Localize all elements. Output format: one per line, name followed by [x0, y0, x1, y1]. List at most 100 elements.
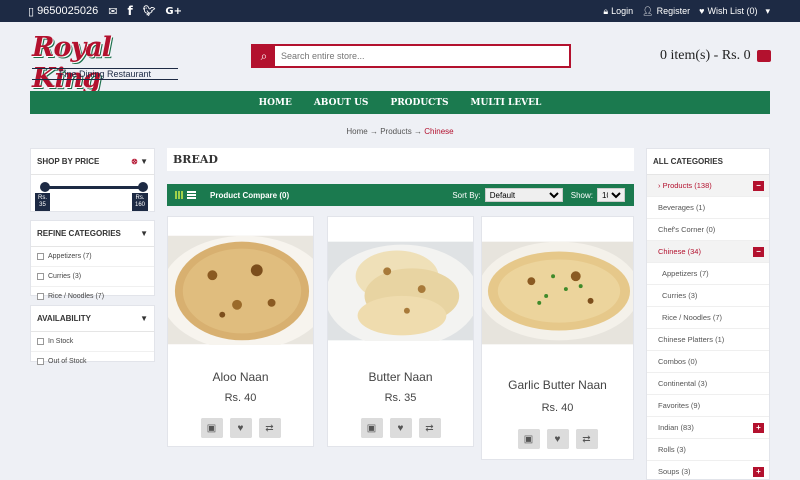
product-image[interactable] [168, 235, 313, 345]
refine-option[interactable]: Curries (3) [31, 267, 154, 287]
availability-option[interactable]: Out of Stock [31, 352, 154, 371]
compare-button[interactable]: ⇄ [258, 418, 281, 438]
category-item-soups[interactable]: Soups (3) + [647, 461, 769, 479]
wishlist-link[interactable]: ♥ Wish List (0) ▾ [699, 6, 770, 17]
category-item-rice-noodles[interactable]: Rice / Noodles (7) [647, 307, 769, 329]
breadcrumb-current[interactable]: Chinese [424, 127, 453, 136]
category-item-rolls[interactable]: Rolls (3) [647, 439, 769, 461]
price-max-handle[interactable] [138, 182, 148, 192]
availability-option[interactable]: In Stock [31, 332, 154, 352]
refine-option-label: Rice / Noodles (7) [48, 293, 105, 300]
expand-button[interactable]: + [753, 423, 764, 433]
refine-option[interactable]: Appetizers (7) [31, 247, 154, 267]
category-item-favorites[interactable]: Favorites (9) [647, 395, 769, 417]
twitter-icon[interactable]: 🐦︎ [143, 6, 156, 17]
category-item-chinese[interactable]: Chinese (34) − [647, 241, 769, 263]
category-label: Combos (0) [658, 357, 698, 366]
refine-option-label: Curries (3) [48, 273, 82, 280]
email-icon[interactable]: ✉ [108, 5, 117, 18]
refine-categories-header[interactable]: REFINE CATEGORIES ▼ [31, 221, 154, 247]
checkbox[interactable] [37, 293, 44, 300]
all-categories-title: ALL CATEGORIES [647, 149, 769, 175]
product-name[interactable]: Butter Naan [328, 370, 473, 384]
heart-icon: ♥ [699, 6, 705, 16]
category-item-appetizers[interactable]: Appetizers (7) [647, 263, 769, 285]
category-label: Rolls (3) [658, 445, 686, 454]
all-categories-panel: ALL CATEGORIES › Products (138) − Beverag… [646, 148, 770, 480]
category-label: Continental (3) [658, 379, 708, 388]
product-name[interactable]: Aloo Naan [168, 370, 313, 384]
checkbox[interactable] [37, 358, 44, 365]
add-to-wishlist-button[interactable]: ♥ [229, 418, 252, 438]
product-actions: ▣ ♥ ⇄ [168, 418, 313, 438]
product-name[interactable]: Garlic Butter Naan [482, 378, 633, 392]
refine-option[interactable]: Rice / Noodles (7) [31, 287, 154, 306]
heart-icon: ♥ [389, 418, 412, 438]
product-compare-link[interactable]: Product Compare (0) [210, 191, 289, 200]
product-image[interactable] [482, 241, 633, 345]
checkbox[interactable] [37, 253, 44, 260]
category-item-products[interactable]: › Products (138) − [647, 175, 769, 197]
compare-button[interactable]: ⇄ [575, 429, 598, 449]
price-max-label: Rs. 160 [132, 193, 149, 211]
availability-option-label: Out of Stock [48, 358, 87, 365]
compare-button[interactable]: ⇄ [418, 418, 441, 438]
add-to-wishlist-button[interactable]: ♥ [546, 429, 569, 449]
price-filter-title: SHOP BY PRICE [37, 157, 100, 166]
collapse-button[interactable]: − [753, 247, 764, 257]
site-header: Royal King Fine Dining Restaurant ⌕ 0 it… [0, 22, 800, 94]
checkbox[interactable] [37, 338, 44, 345]
cart-summary[interactable]: 0 item(s) - Rs. 0 [660, 48, 771, 64]
chevron-down-icon: ▼ [140, 229, 148, 238]
chevron-down-icon[interactable]: ▼ [140, 157, 148, 166]
show-label: Show: [570, 190, 593, 200]
add-to-cart-button[interactable]: ▣ [517, 429, 540, 449]
login-link[interactable]: 🔒︎ Login [603, 6, 633, 17]
phone-contact[interactable]: ▯ 9650025026 [28, 5, 98, 18]
nav-products[interactable]: PRODUCTS [390, 98, 448, 108]
add-to-cart-button[interactable]: ▣ [360, 418, 383, 438]
nav-about-us[interactable]: ABOUT US [314, 98, 369, 108]
search-button[interactable]: ⌕ [253, 46, 275, 66]
category-item-indian[interactable]: Indian (83) + [647, 417, 769, 439]
list-view-icon[interactable] [187, 191, 196, 199]
product-card[interactable]: Garlic Butter Naan Rs. 40 ▣ ♥ ⇄ [481, 216, 634, 460]
availability-header[interactable]: AVAILABILITY ▼ [31, 306, 154, 332]
google-plus-icon[interactable]: G+ [165, 6, 182, 17]
search-input[interactable] [275, 46, 569, 66]
category-item-beverages[interactable]: Beverages (1) [647, 197, 769, 219]
category-item-chinese-platters[interactable]: Chinese Platters (1) [647, 329, 769, 351]
facebook-icon[interactable]: f [127, 4, 132, 18]
breadcrumb-home[interactable]: Home [346, 127, 367, 136]
breadcrumb-separator: → [414, 127, 423, 136]
close-circle-icon[interactable]: ⊗ [131, 157, 138, 166]
logo[interactable]: Royal King Fine Dining Restaurant [30, 32, 180, 94]
breadcrumb-products[interactable]: Products [380, 127, 412, 136]
logo-tagline: Fine Dining Restaurant [32, 68, 178, 80]
compare-icon: ⇄ [258, 418, 281, 438]
category-item-combos[interactable]: Combos (0) [647, 351, 769, 373]
register-link[interactable]: 👤︎ Register [642, 6, 690, 17]
sort-label: Sort By: [452, 190, 481, 200]
limit-select[interactable]: 100 [597, 188, 625, 202]
nav-home[interactable]: HOME [259, 98, 292, 108]
clear-and-collapse[interactable]: ⊗ ▼ [131, 157, 148, 166]
collapse-button[interactable]: − [753, 181, 764, 191]
product-card[interactable]: Aloo Naan Rs. 40 ▣ ♥ ⇄ [167, 216, 314, 447]
nav-multi-level[interactable]: MULTI LEVEL [471, 98, 542, 108]
shopping-bag-icon [756, 50, 771, 62]
add-to-cart-button[interactable]: ▣ [200, 418, 223, 438]
product-image[interactable] [328, 241, 473, 341]
product-card[interactable]: Butter Naan Rs. 35 ▣ ♥ ⇄ [327, 216, 474, 447]
category-item-chefs-corner[interactable]: Chef's Corner (0) [647, 219, 769, 241]
price-min-handle[interactable] [40, 182, 50, 192]
grid-view-icon[interactable] [175, 191, 183, 199]
product-price: Rs. 40 [541, 402, 574, 414]
category-item-curries[interactable]: Curries (3) [647, 285, 769, 307]
category-item-continental[interactable]: Continental (3) [647, 373, 769, 395]
sort-select[interactable]: Default [484, 188, 563, 202]
expand-button[interactable]: + [753, 467, 764, 477]
checkbox[interactable] [37, 273, 44, 280]
add-to-wishlist-button[interactable]: ♥ [389, 418, 412, 438]
price-range-slider[interactable]: Rs. 35 Rs. 160 [31, 175, 154, 219]
